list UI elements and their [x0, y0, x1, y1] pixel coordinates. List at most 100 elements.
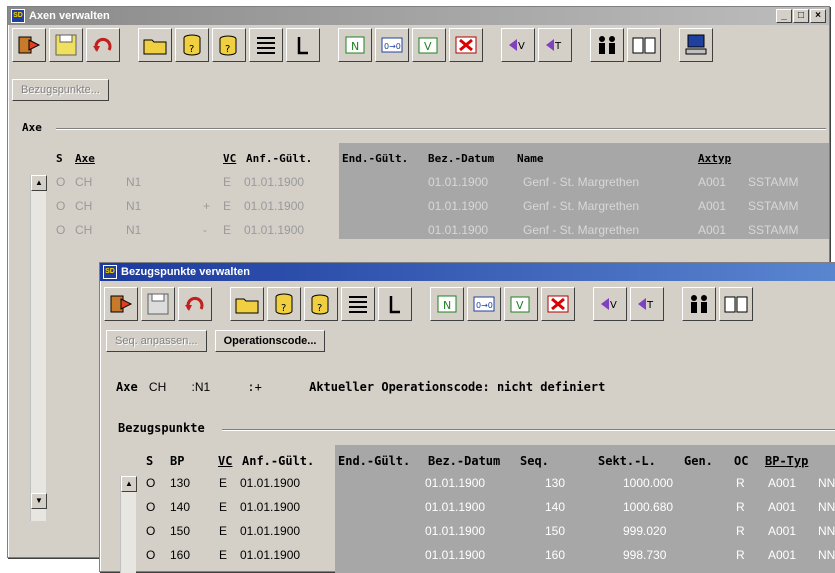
close-button[interactable]: × [810, 9, 826, 23]
query-button[interactable]: ? [175, 28, 209, 62]
row-s[interactable]: O [146, 548, 155, 562]
row-bez: 01.01.1900 [428, 223, 489, 237]
row-sekt: 1000.000 [623, 476, 674, 490]
row-axtyp: A001 [698, 223, 727, 237]
bp-row[interactable]: O 130 E 01.01.1900 01.01.1900 130 1000.0… [100, 476, 835, 495]
axe-row[interactable]: O CH N1 + E 01.01.1900 01.01.1900 Genf -… [8, 199, 829, 218]
new-button[interactable]: N [338, 28, 372, 62]
delete-icon [547, 295, 569, 313]
axe-row[interactable]: O CH N1 - E 01.01.1900 01.01.1900 Genf -… [8, 223, 829, 242]
new-button[interactable]: N [430, 287, 464, 321]
row-s[interactable]: O [56, 223, 65, 237]
row-bez: 01.01.1900 [425, 548, 486, 562]
row-n: N1 [126, 175, 142, 189]
query-edit-icon: ? [219, 35, 237, 56]
col-axtyp[interactable]: Axtyp [698, 152, 731, 165]
row-s[interactable]: O [146, 476, 155, 490]
filter-button[interactable]: V [504, 287, 538, 321]
col-axe[interactable]: Axe [75, 152, 95, 165]
row-vc: E [223, 199, 232, 213]
undo-button[interactable] [178, 287, 212, 321]
l-button[interactable] [286, 28, 320, 62]
book-button[interactable] [627, 28, 661, 62]
query-edit-button[interactable]: ? [212, 28, 246, 62]
l-button[interactable] [378, 287, 412, 321]
bp-scrollbar[interactable]: ▲ [120, 476, 137, 573]
row-n: N1 [126, 223, 142, 237]
col-end: End.-Gült. [338, 454, 411, 468]
svg-text:T: T [554, 41, 562, 52]
app-icon: SD [103, 265, 117, 279]
exit-button[interactable] [104, 287, 138, 321]
l-icon [389, 296, 400, 314]
save-button[interactable] [49, 28, 83, 62]
save-button[interactable] [141, 287, 175, 321]
row-anf: 01.01.1900 [244, 223, 305, 237]
svg-text:N: N [351, 40, 359, 53]
row-seq: 130 [545, 476, 566, 490]
axen-titlebar[interactable]: SD Axen verwalten _ □ × [8, 7, 829, 25]
copy-icon: 0→0 [473, 296, 495, 312]
row-anf: 01.01.1900 [240, 476, 301, 490]
row-extra: SSTAMM [748, 223, 799, 237]
seq-anpassen-button[interactable]: Seq. anpassen... [106, 330, 207, 352]
row-extra: SSTAMM [748, 199, 799, 213]
bp-row[interactable]: O 140 E 01.01.1900 01.01.1900 140 1000.6… [100, 500, 835, 519]
svg-text:V: V [518, 41, 525, 52]
prev-button[interactable]: V [501, 28, 535, 62]
filter-button[interactable]: V [412, 28, 446, 62]
query-button[interactable]: ? [267, 287, 301, 321]
axe-scrollbar[interactable]: ▲ ▼ [30, 175, 47, 521]
row-bez: 01.01.1900 [428, 175, 489, 189]
bezugspunkte-title: Bezugspunkte verwalten [121, 266, 250, 278]
bezugspunkte-titlebar[interactable]: SD Bezugspunkte verwalten [100, 263, 835, 281]
row-sekt: 998.730 [623, 548, 667, 562]
col-vc[interactable]: VC [223, 152, 236, 165]
scroll-down-icon[interactable]: ▼ [31, 493, 47, 509]
next-button[interactable]: T [630, 287, 664, 321]
book-button[interactable] [719, 287, 753, 321]
computer-button[interactable] [679, 28, 713, 62]
copy-button[interactable]: 0→0 [375, 28, 409, 62]
axe-info-label: Axe [116, 380, 138, 394]
bezugspunkte-button[interactable]: Bezugspunkte... [12, 79, 109, 101]
open-button[interactable] [230, 287, 264, 321]
info-line: Axe CH :N1 :+ Aktueller Operationscode: … [116, 380, 605, 394]
col-vc[interactable]: VC [218, 454, 232, 468]
exit-icon [18, 36, 41, 54]
bp-row[interactable]: O 160 E 01.01.1900 01.01.1900 160 998.73… [100, 548, 835, 567]
exit-button[interactable] [12, 28, 46, 62]
opcode-info-text: Aktueller Operationscode: nicht definier… [309, 380, 606, 394]
copy-icon: 0→0 [381, 37, 403, 53]
query-edit-button[interactable]: ? [304, 287, 338, 321]
undo-button[interactable] [86, 28, 120, 62]
list-button[interactable] [249, 28, 283, 62]
maximize-button[interactable]: □ [793, 9, 809, 23]
list-button[interactable] [341, 287, 375, 321]
row-s[interactable]: O [56, 175, 65, 189]
delete-button[interactable] [449, 28, 483, 62]
row-s[interactable]: O [56, 199, 65, 213]
svg-text:?: ? [189, 44, 194, 55]
row-s[interactable]: O [146, 500, 155, 514]
scroll-up-icon[interactable]: ▲ [121, 476, 137, 492]
svg-text:?: ? [281, 303, 286, 314]
users-button[interactable] [590, 28, 624, 62]
col-sekt: Sekt.-L. [598, 454, 656, 468]
next-button[interactable]: T [538, 28, 572, 62]
copy-button[interactable]: 0→0 [467, 287, 501, 321]
open-button[interactable] [138, 28, 172, 62]
axe-row[interactable]: O CH N1 E 01.01.1900 01.01.1900 Genf - S… [8, 175, 829, 194]
prev-button[interactable]: V [593, 287, 627, 321]
delete-button[interactable] [541, 287, 575, 321]
minimize-button[interactable]: _ [776, 9, 792, 23]
row-vc: E [219, 476, 228, 490]
operationscode-button[interactable]: Operationscode... [214, 330, 326, 352]
save-icon [147, 293, 169, 315]
users-button[interactable] [682, 287, 716, 321]
row-anf: 01.01.1900 [240, 524, 301, 538]
bp-row[interactable]: O 150 E 01.01.1900 01.01.1900 150 999.02… [100, 524, 835, 543]
col-bp-typ[interactable]: BP-Typ [765, 454, 808, 468]
row-s[interactable]: O [146, 524, 155, 538]
scroll-up-icon[interactable]: ▲ [31, 175, 47, 191]
